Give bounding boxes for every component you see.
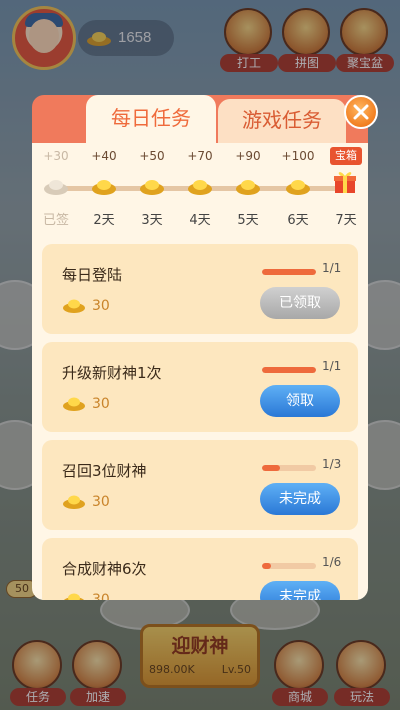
close-button[interactable] — [344, 95, 378, 129]
task-title: 召回3位财神 — [62, 462, 147, 480]
claimed-button[interactable]: 已领取 — [260, 287, 340, 319]
ingot-icon-checked — [43, 176, 69, 196]
task-progress-fill — [262, 269, 316, 275]
incomplete-button[interactable]: 未完成 — [260, 581, 340, 600]
checkin-day: 7天 — [335, 213, 357, 228]
task-reward: 30 — [92, 396, 110, 412]
task-progress-count: 1/6 — [322, 555, 342, 569]
task-panel: +30 +40 +50 +70 +90 +100 宝箱 已签 2天 3天 4天 … — [32, 143, 368, 600]
task-title: 合成财神6次 — [62, 560, 147, 578]
ingot-icon — [91, 176, 117, 196]
checkin-reward: +50 — [139, 149, 165, 163]
tab-daily-tasks[interactable]: 每日任务 — [86, 95, 216, 145]
ingot-icon — [285, 176, 311, 196]
task-title: 每日登陆 — [62, 266, 123, 284]
checkin-reward: +70 — [187, 149, 213, 163]
checkin-reward: +30 — [43, 149, 69, 163]
task-title: 升级新财神1次 — [62, 364, 162, 382]
checkin-day: 2天 — [93, 213, 115, 228]
task-progress-bar — [262, 465, 316, 471]
task-progress-fill — [262, 367, 316, 373]
checkin-day: 4天 — [189, 213, 211, 228]
task-progress-count: 1/1 — [322, 261, 342, 275]
tab-game-tasks[interactable]: 游戏任务 — [218, 99, 346, 143]
task-progress-bar — [262, 269, 316, 275]
ingot-icon — [235, 176, 261, 196]
checkin-day: 已签 — [42, 213, 69, 228]
claim-button[interactable]: 领取 — [260, 385, 340, 417]
gold-ingot-icon — [63, 495, 85, 509]
gold-ingot-icon — [63, 299, 85, 313]
close-icon — [353, 104, 369, 120]
task-progress-bar — [262, 563, 316, 569]
checkin-day: 3天 — [141, 213, 163, 228]
gift-box-icon[interactable] — [332, 169, 358, 195]
task-reward: 30 — [92, 298, 110, 314]
gold-ingot-icon — [63, 397, 85, 411]
task-card: 升级新财神1次 30 1/1 领取 — [42, 342, 358, 432]
checkin-progress: +30 +40 +50 +70 +90 +100 宝箱 已签 2天 3天 4天 … — [32, 143, 368, 235]
checkin-reward: +40 — [91, 149, 117, 163]
task-card: 每日登陆 30 1/1 已领取 — [42, 244, 358, 334]
task-progress-count: 1/3 — [322, 457, 342, 471]
checkin-day: 6天 — [287, 213, 309, 228]
treasure-chest-label: 宝箱 — [330, 147, 362, 165]
task-card: 召回3位财神 30 1/3 未完成 — [42, 440, 358, 530]
task-dialog: 每日任务 游戏任务 +30 +40 +50 +70 +90 +100 宝箱 已签… — [32, 95, 378, 600]
task-card: 合成财神6次 30 1/6 未完成 — [42, 538, 358, 600]
ingot-icon — [139, 176, 165, 196]
checkin-reward: +100 — [281, 149, 315, 163]
task-progress-bar — [262, 367, 316, 373]
checkin-reward: +90 — [235, 149, 261, 163]
task-progress-fill — [262, 465, 280, 471]
task-progress-count: 1/1 — [322, 359, 342, 373]
checkin-day: 5天 — [237, 213, 259, 228]
task-reward: 30 — [92, 494, 110, 510]
incomplete-button[interactable]: 未完成 — [260, 483, 340, 515]
task-reward: 30 — [92, 592, 110, 600]
task-progress-fill — [262, 563, 272, 569]
ingot-icon — [187, 176, 213, 196]
gold-ingot-icon — [63, 593, 85, 600]
